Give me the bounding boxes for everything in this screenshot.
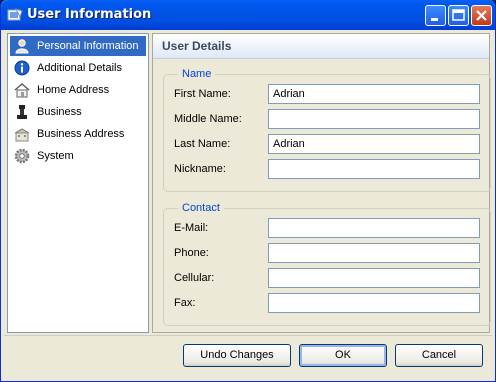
ok-button[interactable]: OK <box>299 344 387 367</box>
footer-divider <box>4 335 492 336</box>
name-group: Name First Name: Middle Name: Last Name:… <box>163 68 491 192</box>
sidebar-item-label: Business <box>37 106 82 118</box>
email-field[interactable] <box>268 218 480 238</box>
sidebar-item-additional-details[interactable]: Additional Details <box>10 58 146 78</box>
name-group-legend: Name <box>178 68 216 80</box>
fax-label: Fax: <box>174 297 196 309</box>
cellular-field[interactable] <box>268 268 480 288</box>
cellular-label: Cellular: <box>174 272 215 284</box>
category-sidebar: Personal Information Additional Details … <box>7 33 149 333</box>
first-name-label: First Name: <box>174 88 231 100</box>
sidebar-item-label: Additional Details <box>37 62 122 74</box>
sidebar-item-label: Business Address <box>37 128 125 140</box>
office-building-icon <box>14 128 30 142</box>
fax-field[interactable] <box>268 293 480 313</box>
cancel-button[interactable]: Cancel <box>395 344 483 367</box>
house-icon <box>14 83 30 98</box>
sidebar-item-label: System <box>37 150 74 162</box>
minimize-button[interactable] <box>425 5 446 26</box>
user-information-window: User Information Personal Information Ad… <box>0 0 496 382</box>
email-label: E-Mail: <box>174 222 209 234</box>
sidebar-item-personal-information[interactable]: Personal Information <box>10 36 146 56</box>
nickname-label: Nickname: <box>174 163 226 175</box>
title-bar[interactable]: User Information <box>1 0 495 30</box>
close-button[interactable] <box>471 5 492 26</box>
sidebar-item-business-address[interactable]: Business Address <box>10 124 146 144</box>
person-icon <box>15 39 29 54</box>
contact-group: Contact E-Mail: Phone: Cellular: Fax: <box>163 202 491 326</box>
dialog-body: Personal Information Additional Details … <box>4 30 492 377</box>
panel-title: User Details <box>162 39 232 53</box>
middle-name-label: Middle Name: <box>174 113 242 125</box>
contact-group-legend: Contact <box>178 202 224 214</box>
sidebar-item-label: Home Address <box>37 84 110 96</box>
maximize-button[interactable] <box>448 5 469 26</box>
info-icon <box>14 60 30 76</box>
panel-header: User Details <box>153 34 489 59</box>
user-details-panel: User Details Name First Name: Middle Nam… <box>152 33 491 333</box>
gear-icon <box>14 148 30 164</box>
undo-changes-button[interactable]: Undo Changes <box>183 344 291 367</box>
last-name-field[interactable] <box>268 134 480 154</box>
phone-field[interactable] <box>268 243 480 263</box>
middle-name-field[interactable] <box>268 109 480 129</box>
sidebar-item-business[interactable]: Business <box>10 102 146 122</box>
phone-label: Phone: <box>174 247 209 259</box>
sidebar-item-system[interactable]: System <box>10 146 146 166</box>
chess-piece-icon <box>17 105 27 119</box>
sidebar-item-home-address[interactable]: Home Address <box>10 80 146 100</box>
first-name-field[interactable] <box>268 84 480 104</box>
sidebar-item-label: Personal Information <box>37 40 139 52</box>
minimize-icon <box>431 18 438 21</box>
nickname-field[interactable] <box>268 159 480 179</box>
window-title: User Information <box>27 7 152 22</box>
close-icon <box>476 10 487 21</box>
last-name-label: Last Name: <box>174 138 231 150</box>
app-icon <box>7 8 23 21</box>
maximize-icon <box>452 9 465 21</box>
